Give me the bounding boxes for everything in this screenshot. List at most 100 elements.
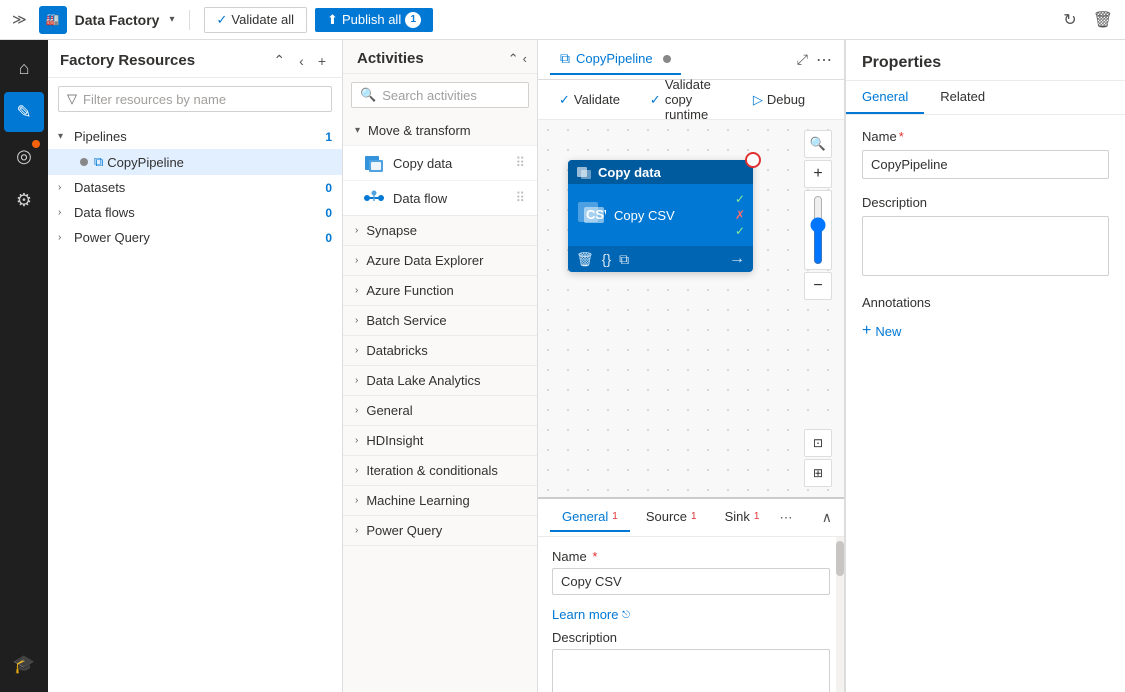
search-zoom-icon[interactable]: 🔍 (804, 130, 832, 158)
validate-all-button[interactable]: ✓ Validate all (204, 7, 308, 33)
props-description-textarea[interactable] (862, 216, 1109, 276)
resources-add-icon[interactable]: + (314, 51, 330, 71)
canvas-maximize-icon[interactable]: ⤢ (797, 51, 808, 68)
resources-search-box: ▽ (58, 86, 332, 112)
debug-label: Debug (767, 92, 805, 107)
act-section-data-lake-analytics-header[interactable]: › Data Lake Analytics (343, 366, 537, 395)
card-status-error: ✗ (735, 208, 745, 222)
props-annotations-field: Annotations + New (862, 295, 1109, 344)
nav-learn-icon[interactable]: 🎓 (4, 644, 44, 684)
nav-home-icon[interactable]: ⌂ (4, 48, 44, 88)
bottom-tab-sink-sup: 1 (754, 511, 760, 522)
databricks-label: Databricks (366, 343, 427, 358)
expand-nav-icon[interactable]: ≫ (8, 7, 31, 32)
act-section-iteration-conditionals: › Iteration & conditionals (343, 456, 537, 486)
zoom-slider[interactable] (808, 195, 828, 265)
tree-pipelines-section[interactable]: ▾ Pipelines 1 (48, 124, 342, 149)
bottom-tab-sink-label: Sink (725, 509, 750, 524)
hdinsight-chevron-icon: › (355, 435, 358, 446)
data-flow-drag-handle[interactable]: ⠿ (515, 190, 525, 206)
activity-card-copy-csv[interactable]: Copy data CSV Copy CSV ✓ (568, 160, 753, 272)
fit-grid-button[interactable]: ⊞ (804, 459, 832, 487)
bottom-panel-relative: Name * Learn more ⎋ Descr (538, 537, 844, 692)
act-section-power-query-header[interactable]: › Power Query (343, 516, 537, 545)
topbar-separator (189, 10, 190, 30)
props-tab-related-label: Related (940, 89, 985, 104)
bottom-scrollbar (836, 537, 844, 692)
zoom-in-button[interactable]: + (804, 160, 832, 188)
act-section-iteration-conditionals-header[interactable]: › Iteration & conditionals (343, 456, 537, 485)
act-section-batch-service-header[interactable]: › Batch Service (343, 306, 537, 335)
activities-search-box: 🔍 (351, 82, 529, 108)
validate-label: Validate (574, 92, 620, 107)
validate-button[interactable]: ✓ Validate (550, 87, 629, 113)
bottom-tab-more-icon[interactable]: ⋯ (779, 510, 792, 526)
copypipeline-label: CopyPipeline (107, 155, 332, 170)
zoom-slider-container (804, 190, 832, 270)
nav-monitor-icon[interactable]: ◎ (4, 136, 44, 176)
debug-button[interactable]: ▷ Debug (744, 87, 814, 113)
bottom-scrollbar-thumb[interactable] (836, 541, 844, 576)
bottom-tab-sink[interactable]: Sink 1 (713, 503, 772, 532)
tree-dataflows-section[interactable]: › Data flows 0 (48, 200, 342, 225)
canvas-more-icon[interactable]: ⋯ (816, 50, 832, 70)
canvas-drawing-area[interactable]: Copy data CSV Copy CSV ✓ (538, 120, 844, 497)
act-section-machine-learning-header[interactable]: › Machine Learning (343, 486, 537, 515)
fit-screen-button[interactable]: ⊡ (804, 429, 832, 457)
tree-copypipeline-item[interactable]: ⧉ CopyPipeline (48, 149, 342, 175)
validate-copy-runtime-button[interactable]: ✓ Validate copy runtime (641, 72, 720, 127)
card-delete-icon[interactable]: 🗑 (576, 251, 594, 268)
bottom-name-input[interactable] (552, 568, 830, 595)
bottom-tab-general[interactable]: General 1 (550, 503, 630, 532)
move-transform-chevron-icon: ▾ (355, 125, 360, 136)
nav-edit-icon[interactable]: ✎ (4, 92, 44, 132)
act-item-copy-data[interactable]: Copy data ⠿ (343, 145, 537, 180)
tree-datasets-section[interactable]: › Datasets 0 (48, 175, 342, 200)
props-tab-general[interactable]: General (846, 81, 924, 114)
data-flow-label: Data flow (393, 191, 447, 206)
resources-collapse-icon[interactable]: ⌃ (269, 50, 289, 71)
bottom-description-textarea[interactable] (552, 649, 830, 692)
activities-actions: ⌃ ‹ (508, 51, 527, 67)
card-code-icon[interactable]: {} (602, 251, 611, 267)
resources-collapse2-icon[interactable]: ‹ (295, 51, 308, 71)
canvas-toolbar: ✓ Validate ✓ Validate copy runtime ▷ Deb… (538, 80, 844, 120)
pipelines-count: 1 (325, 130, 332, 144)
publish-all-label: Publish all (342, 12, 401, 27)
act-item-data-flow[interactable]: Data flow ⠿ (343, 180, 537, 215)
resources-search-input[interactable] (83, 92, 323, 107)
props-name-input[interactable] (862, 150, 1109, 179)
props-tab-related[interactable]: Related (924, 81, 1001, 114)
card-navigate-icon[interactable]: → (729, 250, 745, 268)
act-section-general-header[interactable]: › General (343, 396, 537, 425)
activities-collapse-icon[interactable]: ⌃ (508, 51, 519, 67)
bottom-tab-source[interactable]: Source 1 (634, 503, 709, 532)
activities-collapse2-icon[interactable]: ‹ (523, 51, 527, 67)
pipeline-tab-label: CopyPipeline (576, 51, 653, 66)
bottom-panel-collapse-icon[interactable]: ∧ (822, 509, 832, 526)
canvas-tab-copypipeline[interactable]: ⧉ CopyPipeline (550, 44, 681, 75)
nav-manage-icon[interactable]: ⚙ (4, 180, 44, 220)
refresh-icon[interactable]: ↻ (1059, 6, 1080, 34)
act-section-databricks-header[interactable]: › Databricks (343, 336, 537, 365)
tree-powerquery-section[interactable]: › Power Query 0 (48, 225, 342, 250)
act-section-synapse-header[interactable]: › Synapse (343, 216, 537, 245)
card-header-label: Copy data (598, 165, 661, 180)
act-section-move-transform-header[interactable]: ▾ Move & transform (343, 116, 537, 145)
props-add-annotation-button[interactable]: + New (862, 318, 901, 344)
zoom-out-button[interactable]: − (804, 272, 832, 300)
delete-icon[interactable]: 🗑 (1089, 6, 1117, 34)
act-section-azure-function-header[interactable]: › Azure Function (343, 276, 537, 305)
copy-data-drag-handle[interactable]: ⠿ (515, 155, 525, 171)
act-section-hdinsight-header[interactable]: › HDInsight (343, 426, 537, 455)
data-lake-analytics-label: Data Lake Analytics (366, 373, 480, 388)
publish-all-button[interactable]: ⬆ Publish all 1 (315, 8, 433, 32)
app-dropdown-icon[interactable]: ▾ (169, 14, 174, 25)
act-section-machine-learning: › Machine Learning (343, 486, 537, 516)
act-section-azure-data-explorer-header[interactable]: › Azure Data Explorer (343, 246, 537, 275)
svg-text:CSV: CSV (586, 207, 606, 222)
learn-more-link[interactable]: Learn more ⎋ (552, 607, 630, 622)
card-warning-indicator (745, 152, 761, 168)
activities-search-input[interactable] (382, 88, 558, 103)
card-clone-icon[interactable]: ⧉ (619, 251, 629, 268)
